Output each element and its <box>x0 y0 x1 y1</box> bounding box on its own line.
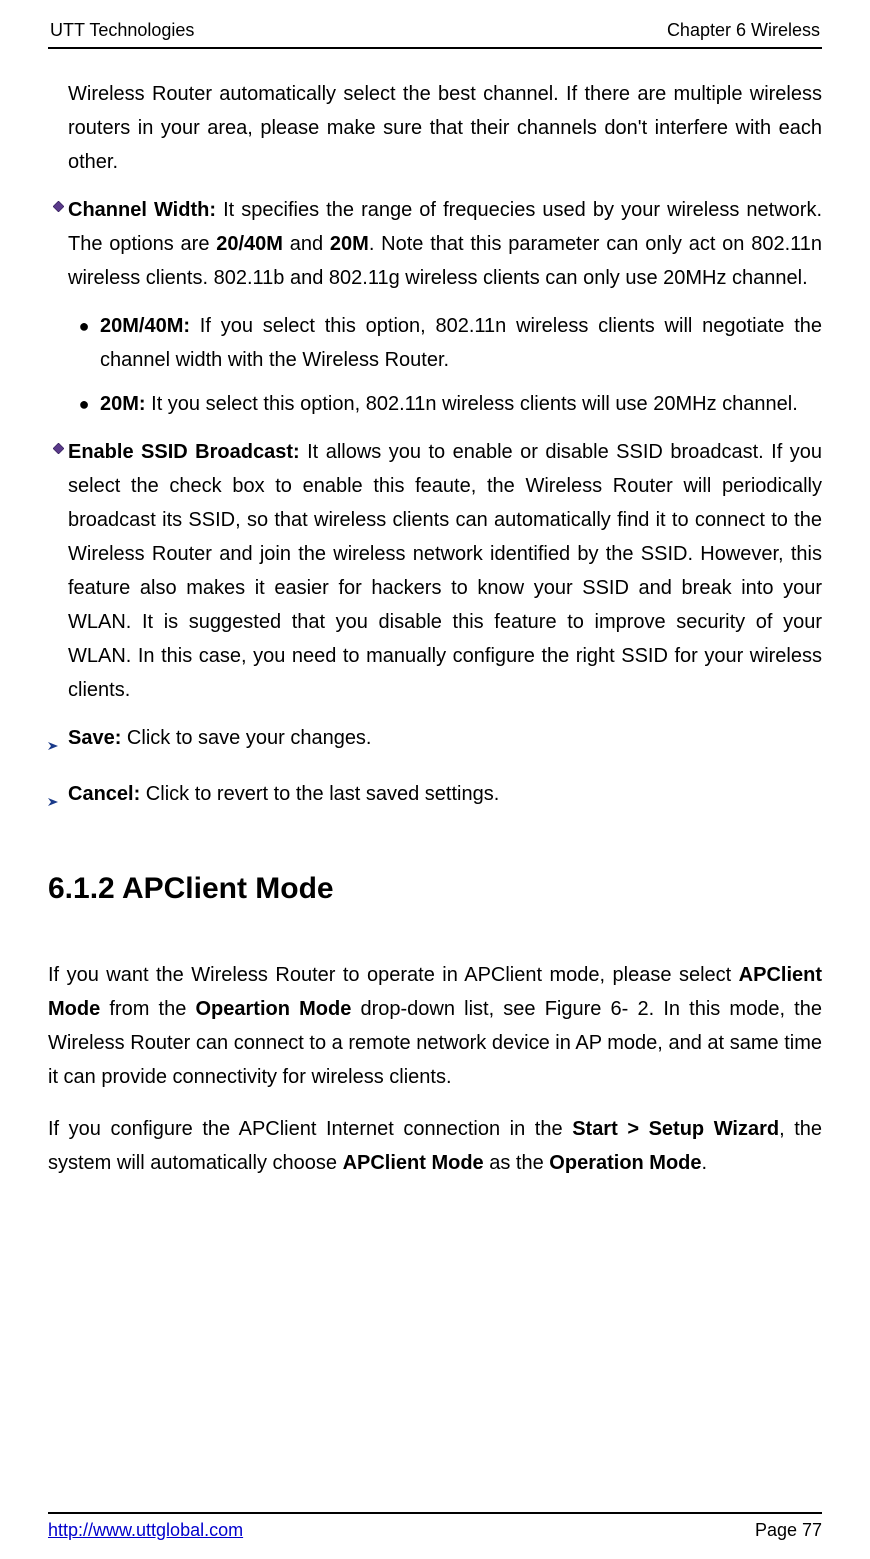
channel-width-text: Channel Width: It specifies the range of… <box>68 193 822 295</box>
dot-icon: ● <box>68 387 100 421</box>
p2-t4: . <box>702 1152 708 1174</box>
save-text: Save: Click to save your changes. <box>68 721 822 755</box>
dot-icon: ● <box>68 309 100 343</box>
cancel-label: Cancel: <box>68 783 140 805</box>
p2-b3: Operation Mode <box>549 1152 701 1174</box>
page-footer: http://www.uttglobal.com Page 77 <box>48 1512 822 1541</box>
arrow-icon <box>48 721 68 763</box>
ssid-text: Enable SSID Broadcast: It allows you to … <box>68 435 822 707</box>
intro-paragraph: Wireless Router automatically select the… <box>48 77 822 179</box>
p2-b2: APClient Mode <box>343 1152 484 1174</box>
page-header: UTT Technologies Chapter 6 Wireless <box>48 20 822 47</box>
apclient-paragraph-1: If you want the Wireless Router to opera… <box>48 958 822 1094</box>
content-area: Wireless Router automatically select the… <box>48 77 822 1180</box>
apclient-paragraph-2: If you configure the APClient Internet c… <box>48 1112 822 1180</box>
sub-label: 20M/40M: <box>100 315 190 337</box>
p2-b1: Start > Setup Wizard <box>572 1118 779 1140</box>
p1-b2: Opeartion Mode <box>196 998 352 1020</box>
header-rule <box>48 47 822 49</box>
p1-t2: from the <box>100 998 195 1020</box>
cancel-text: Cancel: Click to revert to the last save… <box>68 777 822 811</box>
arrow-icon <box>48 777 68 819</box>
sub-label: 20M: <box>100 393 146 415</box>
footer-row: http://www.uttglobal.com Page 77 <box>48 1520 822 1541</box>
footer-link[interactable]: http://www.uttglobal.com <box>48 1520 243 1541</box>
sub-desc: If you select this option, 802.11n wirel… <box>100 315 822 371</box>
diamond-icon <box>48 435 68 454</box>
sub-bullet-text: 20M: It you select this option, 802.11n … <box>100 387 822 421</box>
channel-width-label: Channel Width: <box>68 199 216 221</box>
channel-width-opt1: 20/40M <box>216 233 283 255</box>
bullet-save: Save: Click to save your changes. <box>48 721 822 763</box>
p1-t1: If you want the Wireless Router to opera… <box>48 964 739 986</box>
p2-t3: as the <box>484 1152 550 1174</box>
channel-width-opt2: 20M <box>330 233 369 255</box>
ssid-label: Enable SSID Broadcast: <box>68 441 300 463</box>
header-left: UTT Technologies <box>50 20 194 41</box>
header-right: Chapter 6 Wireless <box>667 20 820 41</box>
sub-bullet-item: ● 20M: It you select this option, 802.11… <box>68 387 822 421</box>
save-label: Save: <box>68 727 121 749</box>
bullet-ssid: Enable SSID Broadcast: It allows you to … <box>48 435 822 707</box>
sub-bullet-item: ● 20M/40M: If you select this option, 80… <box>68 309 822 377</box>
diamond-icon <box>48 193 68 212</box>
channel-width-and: and <box>283 233 330 255</box>
page-number: Page 77 <box>755 1520 822 1541</box>
p2-t1: If you configure the APClient Internet c… <box>48 1118 572 1140</box>
page: UTT Technologies Chapter 6 Wireless Wire… <box>0 0 870 1559</box>
section-heading: 6.1.2 APClient Mode <box>48 863 822 914</box>
bullet-cancel: Cancel: Click to revert to the last save… <box>48 777 822 819</box>
save-desc: Click to save your changes. <box>121 727 371 749</box>
sub-bullet-text: 20M/40M: If you select this option, 802.… <box>100 309 822 377</box>
footer-rule <box>48 1512 822 1514</box>
sub-bullet-list: ● 20M/40M: If you select this option, 80… <box>48 309 822 421</box>
sub-desc: It you select this option, 802.11n wirel… <box>146 393 798 415</box>
cancel-desc: Click to revert to the last saved settin… <box>140 783 499 805</box>
bullet-channel-width: Channel Width: It specifies the range of… <box>48 193 822 295</box>
ssid-desc: It allows you to enable or disable SSID … <box>68 441 822 701</box>
